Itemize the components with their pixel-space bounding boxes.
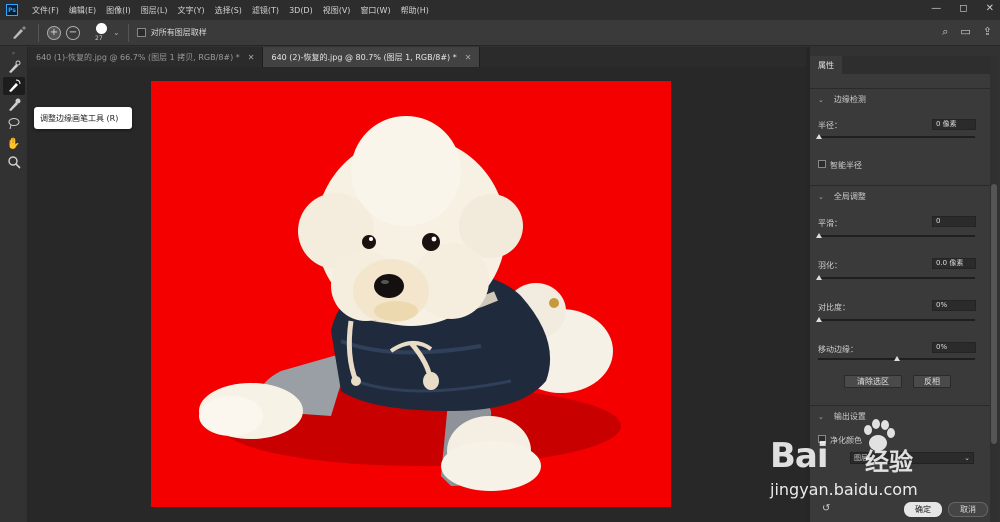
invert-button[interactable]: 反相 [913,375,951,388]
tool-preset-picker[interactable] [8,24,30,42]
close-icon[interactable]: ✕ [248,53,255,62]
menu-select[interactable]: 选择(S) [215,5,242,16]
decontaminate-checkbox[interactable] [818,435,826,443]
minimize-button[interactable]: — [931,3,941,14]
sample-all-layers-checkbox[interactable] [136,28,146,37]
output-settings-title: 输出设置 [833,412,866,421]
chevron-down-icon: ⌄ [818,412,824,421]
quick-selection-tool-icon[interactable] [3,58,25,76]
brush-size-picker[interactable]: 27 [93,22,111,44]
share-icon[interactable]: ⇪ [983,25,992,39]
smooth-field[interactable]: 0 [932,216,976,227]
expand-detection-icon[interactable]: + [47,25,61,40]
maximize-button[interactable]: ◻ [959,3,967,14]
menu-view[interactable]: 视图(V) [323,5,351,16]
menu-type[interactable]: 文字(Y) [177,5,204,16]
decontaminate-label: 净化颜色 [830,436,862,445]
brush-icon [13,25,26,39]
menu-layer[interactable]: 图层(L) [141,5,168,16]
zoom-tool-icon[interactable] [3,153,25,171]
tab-properties[interactable]: 属性 [810,56,842,74]
menu-file[interactable]: 文件(F) [32,5,59,16]
smart-radius-label: 智能半径 [830,161,862,170]
edge-detection-header[interactable]: ⌄ 边缘检测 [810,88,990,110]
tool-tooltip: 调整边缘画笔工具 (R) [34,107,132,129]
tools-panel: » ✋ [0,47,28,522]
menu-window[interactable]: 窗口(W) [360,5,390,16]
radius-slider-knob[interactable] [816,134,822,139]
menu-edit[interactable]: 编辑(E) [69,5,96,16]
panel-tab-row: 属性 [810,56,990,74]
shift-edge-field[interactable]: 0% [932,342,976,353]
tab-document-1[interactable]: 640 (1)-恢复的.jpg @ 66.7% (图层 1 拷贝, RGB/8#… [28,47,264,67]
output-to-value: 图层 [854,454,868,462]
tab-document-2[interactable]: 640 (2)-恢复的.jpg @ 80.7% (图层 1, RGB/8#) *… [263,47,481,67]
brush-preview-icon [96,22,107,34]
menu-3d[interactable]: 3D(D) [289,6,313,15]
global-adjustments-title: 全局调整 [833,192,866,201]
dog-image [199,116,621,491]
output-settings-header[interactable]: ⌄ 输出设置 [810,405,990,427]
chevron-down-icon: ⌄ [964,454,970,462]
output-to-select[interactable]: 图层 ⌄ [850,452,974,464]
smooth-slider-knob[interactable] [816,233,822,238]
edge-detection-title: 边缘检测 [833,95,866,104]
close-icon[interactable]: ✕ [465,53,472,62]
canvas-area[interactable] [28,67,806,522]
menu-bar: Ps 文件(F) 编辑(E) 图像(I) 图层(L) 文字(Y) 选择(S) 滤… [0,0,1000,20]
sample-all-layers-label: 对所有图层取样 [150,28,207,37]
radius-slider[interactable] [818,136,975,138]
contrast-slider[interactable] [818,319,975,321]
separator [127,23,129,42]
radius-label: 半径： [818,121,842,130]
feather-field[interactable]: 0.0 像素 [932,258,976,269]
menu-image[interactable]: 图像(I) [106,5,131,16]
separator [38,23,39,42]
window-controls: — ◻ ✕ [931,3,994,14]
options-bar: + − 27 ⌄ 对所有图层取样 ⌕ ▭ ⇪ [0,20,1000,46]
options-right-icons: ⌕ ▭ ⇪ [942,25,992,39]
menu-filter[interactable]: 滤镜(T) [252,5,279,16]
shift-edge-label: 移动边缘： [818,345,858,354]
ok-button[interactable]: 确定 [904,502,942,517]
feather-slider-knob[interactable] [816,275,822,280]
radius-field[interactable]: 0 像素 [932,119,976,130]
reset-icon[interactable]: ↺ [822,503,830,514]
brush-tool-icon[interactable] [3,96,25,114]
menu-help[interactable]: 帮助(H) [401,5,429,16]
smooth-slider[interactable] [818,235,975,237]
restore-original-icon[interactable]: − [66,25,80,40]
tab-label: 640 (1)-恢复的.jpg @ 66.7% (图层 1 拷贝, RGB/8#… [36,52,240,62]
toolbar-grip[interactable]: » [0,50,27,57]
close-button[interactable]: ✕ [986,3,994,14]
search-icon[interactable]: ⌕ [942,25,948,39]
photoshop-logo: Ps [6,4,18,16]
properties-panel: 属性 ⌄ 边缘检测 半径： 0 像素 智能半径 ⌄ 全局调整 平滑： 0 羽化：… [810,56,990,522]
hand-tool-icon[interactable]: ✋ [3,134,25,152]
contrast-label: 对比度： [818,303,850,312]
global-adjustments-header[interactable]: ⌄ 全局调整 [810,185,990,207]
contrast-slider-knob[interactable] [816,317,822,322]
smart-radius-checkbox[interactable] [818,160,826,168]
chevron-down-icon[interactable]: ⌄ [113,28,120,37]
workspace-icon[interactable]: ▭ [960,25,970,39]
contrast-field[interactable]: 0% [932,300,976,311]
lasso-tool-icon[interactable] [3,115,25,133]
document-image[interactable] [151,81,671,507]
refine-edge-brush-tool-icon[interactable] [2,77,25,95]
clear-selection-button[interactable]: 清除选区 [844,375,902,388]
scrollbar-thumb[interactable] [991,184,997,444]
feather-label: 羽化： [818,261,842,270]
document-tabs: 640 (1)-恢复的.jpg @ 66.7% (图层 1 拷贝, RGB/8#… [28,47,806,67]
chevron-down-icon: ⌄ [818,95,824,104]
smooth-label: 平滑： [818,219,842,228]
brush-size-value: 27 [95,34,103,42]
cancel-button[interactable]: 取消 [948,502,988,517]
shift-edge-slider-knob[interactable] [894,356,900,361]
panel-scrollbar[interactable] [990,56,998,522]
tab-label: 640 (2)-恢复的.jpg @ 80.7% (图层 1, RGB/8#) * [271,52,457,62]
chevron-down-icon: ⌄ [818,192,824,201]
photoshop-window: Ps 文件(F) 编辑(E) 图像(I) 图层(L) 文字(Y) 选择(S) 滤… [0,0,1000,522]
feather-slider[interactable] [818,277,975,279]
